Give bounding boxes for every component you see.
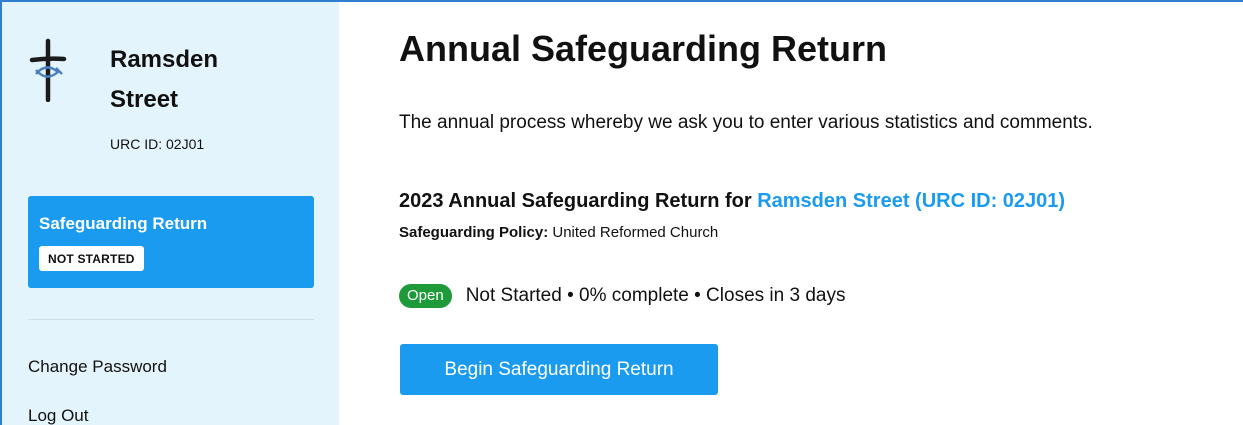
cross-fish-logo-icon xyxy=(29,38,67,102)
status-badge: NOT STARTED xyxy=(39,246,144,271)
begin-safeguarding-return-button[interactable]: Begin Safeguarding Return xyxy=(400,344,718,395)
return-heading-prefix: 2023 Annual Safeguarding Return for xyxy=(399,190,758,212)
intro-text: The annual process whereby we ask you to… xyxy=(399,112,1093,133)
church-link[interactable]: Ramsden Street (URC ID: 02J01) xyxy=(757,190,1065,212)
status-text: Not Started • 0% complete • Closes in 3 … xyxy=(465,285,846,306)
open-badge: Open xyxy=(399,284,452,308)
safeguarding-policy: Safeguarding Policy: United Reformed Chu… xyxy=(399,224,718,241)
return-heading: 2023 Annual Safeguarding Return for Rams… xyxy=(399,190,1065,213)
status-row: Open Not Started • 0% complete • Closes … xyxy=(399,284,845,308)
church-name-line1: Ramsden xyxy=(110,46,219,73)
policy-label: Safeguarding Policy: xyxy=(399,224,549,241)
app-window: Ramsden Street URC ID: 02J01 Safeguardin… xyxy=(0,0,1243,425)
sidebar: Ramsden Street URC ID: 02J01 Safeguardin… xyxy=(2,2,339,425)
urc-id: URC ID: 02J01 xyxy=(110,136,205,152)
page-title: Annual Safeguarding Return xyxy=(399,28,888,69)
sidebar-item-safeguarding-return[interactable]: Safeguarding Return NOT STARTED xyxy=(28,196,314,288)
sidebar-divider xyxy=(28,319,314,320)
log-out-link[interactable]: Log Out xyxy=(28,406,89,425)
main-content: Annual Safeguarding Return The annual pr… xyxy=(339,2,1243,425)
church-name: Ramsden Street xyxy=(110,40,218,120)
church-name-line2: Street xyxy=(110,86,179,113)
change-password-link[interactable]: Change Password xyxy=(28,357,167,377)
policy-value: United Reformed Church xyxy=(548,224,719,241)
sidebar-item-label: Safeguarding Return xyxy=(39,214,208,233)
